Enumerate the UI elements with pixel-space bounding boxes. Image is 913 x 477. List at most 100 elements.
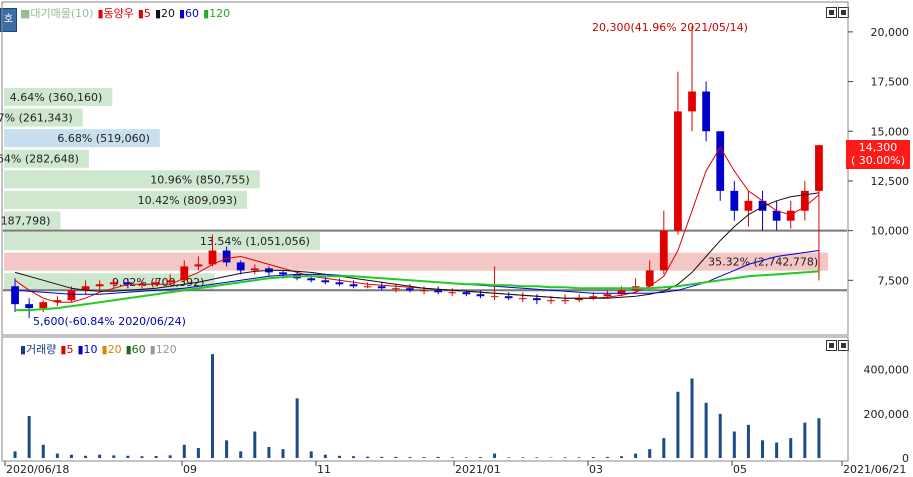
volume-bar	[789, 438, 793, 458]
volume-bar	[27, 416, 31, 458]
high-price-annotation: 20,300(41.96% 2021/05/14)	[592, 21, 748, 34]
candle-body	[688, 91, 696, 112]
price-axis-label-5: 7,500	[878, 274, 910, 287]
candle-body	[490, 296, 499, 298]
volume-bar	[55, 453, 59, 458]
candle-body	[659, 230, 668, 271]
current-price: 14,300	[858, 141, 898, 154]
overhang-bar-label-4: 10.96% (850,755)	[150, 173, 250, 186]
volume-bar	[309, 451, 313, 458]
volume-bar	[13, 451, 17, 458]
date-axis-label-2: 11	[317, 463, 331, 476]
candle-body	[67, 290, 76, 301]
candle-body	[462, 292, 471, 295]
volume-bar	[577, 457, 581, 458]
candle-body	[786, 210, 795, 221]
volume-bar	[746, 424, 750, 458]
current-change: ( 30.00%)	[850, 154, 906, 167]
volume-bar	[676, 391, 680, 458]
volume-bar	[380, 456, 384, 458]
volume-bar	[154, 456, 158, 458]
date-axis-label-5: 05	[733, 463, 747, 476]
candle-body	[236, 262, 245, 271]
volume-bar	[563, 457, 567, 458]
volume-bar	[493, 453, 497, 458]
candle-body	[363, 286, 372, 288]
volume-bar	[464, 457, 468, 458]
overhang-bar-label-5: 10.42% (809,093)	[138, 194, 238, 207]
price-axis-label-4: 10,000	[871, 225, 910, 238]
overhang-bar-label-2: 6.68% (519,060)	[57, 132, 150, 145]
volume-bar	[253, 431, 257, 458]
volume-bar	[817, 418, 821, 458]
volume-bar	[521, 457, 525, 458]
volume-bar	[436, 456, 440, 458]
price-axis-label-3: 12,500	[871, 175, 910, 188]
volume-bar	[41, 444, 45, 458]
volume-bar	[408, 457, 412, 458]
candle-body	[730, 190, 739, 211]
volume-bar	[718, 413, 722, 458]
candle-body	[25, 304, 34, 309]
volume-bar	[140, 456, 144, 458]
candle-body	[702, 91, 710, 132]
candle-body	[391, 288, 400, 290]
volume-bar	[648, 449, 652, 458]
candle-body	[11, 286, 19, 305]
date-axis-label-6: 2021/06/21	[843, 463, 906, 476]
volume-bar	[394, 456, 398, 458]
volume-bar	[366, 456, 370, 458]
volume-bar	[591, 457, 595, 458]
price-axis-label-0: 20,000	[871, 26, 910, 39]
candle-body	[307, 278, 316, 281]
overhang-bar-label-8: 35.32% (2,742,778)	[708, 256, 818, 269]
volume-bar	[690, 378, 694, 458]
candle-body	[279, 272, 287, 275]
date-axis-label-4: 03	[589, 463, 603, 476]
overhang-bar-8	[4, 252, 829, 271]
volume-bar	[662, 438, 666, 458]
candle-body	[434, 290, 443, 293]
candle-body	[533, 298, 541, 301]
volume-bar	[112, 455, 116, 458]
volume-bar	[267, 446, 271, 458]
volume-bar	[450, 457, 454, 458]
date-axis-label-1: 09	[183, 463, 197, 476]
volume-bar	[761, 440, 765, 458]
candle-body	[518, 298, 527, 300]
volume-bar	[634, 453, 638, 458]
date-axis-label-3: 2021/01	[455, 463, 501, 476]
price-axis-label-1: 17,500	[871, 76, 910, 89]
volume-bar	[337, 455, 341, 458]
overhang-bar-label-7: 13.54% (1,051,056)	[200, 235, 310, 248]
candle-body	[772, 210, 781, 221]
volume-bar	[168, 455, 172, 458]
volume-bar	[84, 455, 88, 458]
candle-body	[194, 264, 203, 267]
volume-bar	[98, 454, 102, 458]
candle-body	[603, 294, 612, 297]
volume-bar	[507, 457, 511, 458]
overhang-bar-label-3: 3.64% (282,648)	[0, 153, 79, 166]
date-axis-label-0: 2020/06/18	[6, 463, 69, 476]
stock-chart[interactable]: 4.64% (360,160) 3.37% (261,343) 6.68% (519…	[0, 0, 913, 477]
volume-bar	[352, 456, 356, 458]
overhang-bar-label-6: 2.42% (187,798)	[0, 214, 50, 227]
volume-bar	[620, 456, 623, 458]
candle-body	[561, 300, 569, 302]
overhang-bar-label-0: 4.64% (360,160)	[10, 91, 103, 104]
candle-body	[674, 111, 682, 231]
candle-body	[222, 250, 231, 263]
volume-bar	[732, 431, 736, 458]
low-price-annotation: 5,600(-60.84% 2020/06/24)	[33, 315, 186, 328]
volume-bar	[239, 451, 243, 458]
current-price-badge: 14,300 ( 30.00%)	[846, 140, 910, 169]
volume-bar	[295, 398, 299, 458]
candle-body	[166, 280, 175, 283]
volume-bar	[281, 449, 285, 458]
candle-body	[109, 282, 118, 285]
candle-body	[335, 282, 344, 285]
volume-bar	[182, 444, 186, 458]
volume-bar	[535, 457, 539, 458]
volume-bar	[225, 440, 229, 458]
